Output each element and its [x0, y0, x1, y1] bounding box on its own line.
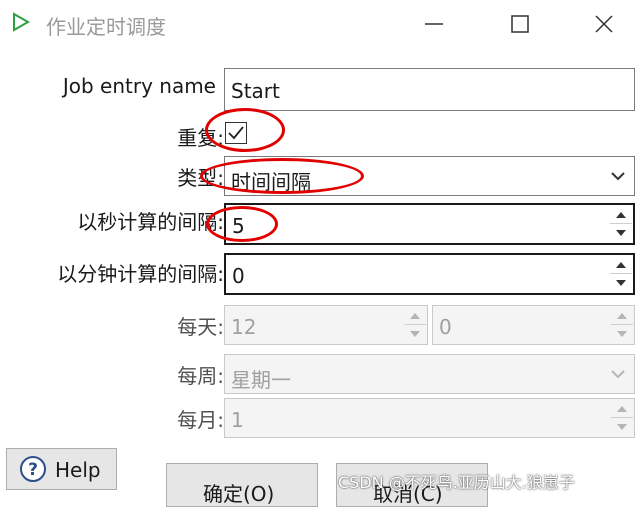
minimize-icon: [425, 23, 443, 25]
title-bar: 作业定时调度: [0, 0, 638, 48]
spin-up-button[interactable]: [404, 306, 426, 325]
spin-down-button[interactable]: [610, 274, 632, 293]
monthly-spinner[interactable]: [611, 399, 633, 437]
annotation-ellipse: [200, 158, 364, 194]
monthly-label: 每月:: [177, 408, 224, 432]
daily-minute-input[interactable]: 0: [432, 305, 635, 345]
spin-up-button[interactable]: [611, 399, 633, 418]
spin-down-icon: [410, 331, 420, 337]
job-entry-name-value: Start: [231, 79, 280, 103]
daily-label: 每天:: [177, 315, 224, 339]
help-icon: ?: [20, 456, 46, 482]
job-entry-name-label: Job entry name: [62, 74, 216, 98]
daily-minute-value: 0: [439, 315, 452, 339]
interval-seconds-input[interactable]: 5: [224, 203, 635, 245]
monthly-input[interactable]: 1: [224, 398, 635, 438]
weekly-value: 星期一: [231, 368, 291, 392]
minimize-button[interactable]: [412, 8, 456, 40]
spin-down-icon: [617, 331, 627, 337]
weekly-label: 每周:: [177, 364, 224, 388]
chevron-down-icon: [611, 370, 625, 379]
chevron-down-icon: [611, 172, 625, 181]
daily-hour-input[interactable]: 12: [224, 305, 428, 345]
daily-minute-spinner[interactable]: [611, 306, 633, 344]
interval-seconds-label: 以秒计算的间隔:: [77, 210, 224, 234]
spin-up-icon: [410, 313, 420, 319]
spin-down-icon: [616, 280, 626, 286]
interval-minutes-input[interactable]: 0: [224, 253, 635, 295]
watermark: CSDN @不死鸟.亚历山大.狼崽子: [338, 473, 575, 492]
annotation-ellipse: [205, 108, 285, 152]
interval-seconds-spinner[interactable]: [610, 205, 632, 243]
spin-up-icon: [616, 262, 626, 268]
daily-hour-spinner[interactable]: [404, 306, 426, 344]
help-button[interactable]: ? Help: [6, 448, 117, 490]
ok-button[interactable]: 确定(O): [166, 463, 318, 507]
svg-text:?: ?: [28, 460, 38, 480]
spin-up-icon: [616, 212, 626, 218]
interval-minutes-spinner[interactable]: [610, 255, 632, 293]
window-title: 作业定时调度: [46, 15, 166, 39]
spin-up-button[interactable]: [611, 306, 633, 325]
spin-down-button[interactable]: [611, 325, 633, 344]
spin-up-icon: [617, 406, 627, 412]
monthly-value: 1: [231, 408, 244, 432]
close-icon: [595, 15, 613, 33]
close-button[interactable]: [582, 8, 626, 40]
spin-up-button[interactable]: [610, 255, 632, 274]
help-label: Help: [55, 458, 101, 482]
weekly-select[interactable]: 星期一: [224, 354, 635, 394]
job-entry-name-input[interactable]: Start: [224, 68, 635, 111]
spin-down-icon: [616, 230, 626, 236]
spin-down-button[interactable]: [611, 418, 633, 437]
spin-up-icon: [617, 313, 627, 319]
spin-down-button[interactable]: [404, 325, 426, 344]
annotation-ellipse: [206, 206, 278, 242]
interval-minutes-value: 0: [232, 264, 245, 288]
daily-hour-value: 12: [231, 315, 257, 339]
maximize-button[interactable]: [498, 8, 542, 40]
spin-down-icon: [617, 424, 627, 430]
ok-label: 确定(O): [203, 482, 275, 506]
play-icon: [13, 12, 30, 32]
maximize-icon: [511, 15, 529, 33]
spin-down-button[interactable]: [610, 224, 632, 243]
interval-minutes-label: 以分钟计算的间隔:: [57, 262, 224, 286]
spin-up-button[interactable]: [610, 205, 632, 224]
